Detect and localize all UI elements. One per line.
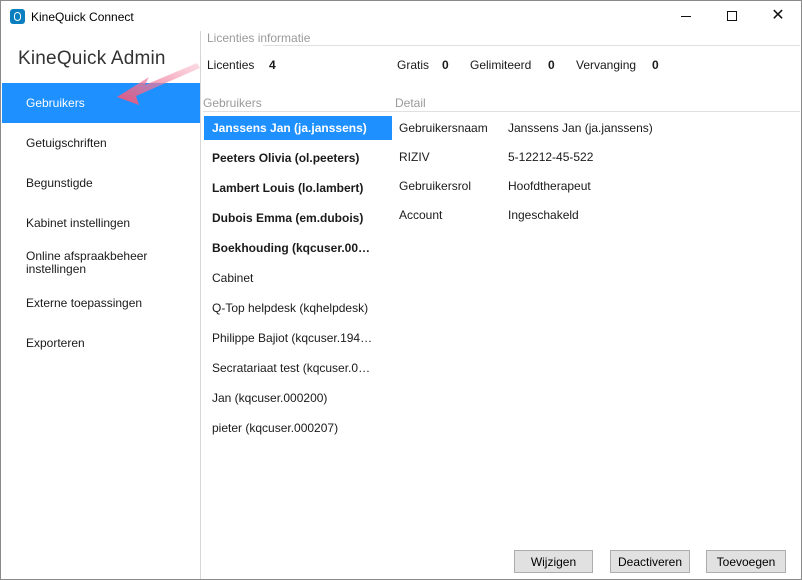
annotation-arrow-icon [117,63,200,105]
detail-section-label: Detail [395,96,426,110]
user-row[interactable]: Jan (kqcuser.000200) [204,386,392,410]
edit-button[interactable]: Wijzigen [514,550,593,573]
detail-username-value: Janssens Jan (ja.janssens) [508,121,653,135]
sidebar-item-kabinet-instellingen[interactable]: Kabinet instellingen [2,203,200,243]
licenses-divider [263,45,800,46]
maximize-icon [727,11,737,21]
sidebar-item-begunstigde[interactable]: Begunstigde [2,163,200,203]
license-free-label: Gratis [397,58,430,72]
app-window: KineQuick Connect ✕ KineQuick Admin Gebr… [0,0,802,580]
sidebar-item-online-afspraakbeheer[interactable]: Online afspraakbeheer instellingen [2,243,162,283]
user-row[interactable]: Q-Top helpdesk (kqhelpdesk) [204,296,392,320]
detail-role-label: Gebruikersrol [399,179,472,193]
sidebar-item-getuigschriften[interactable]: Getuigschriften [2,123,200,163]
user-row[interactable]: pieter (kqcuser.000207) [204,416,392,440]
title-bar[interactable]: KineQuick Connect ✕ [1,1,801,31]
detail-username-label: Gebruikersnaam [399,121,488,135]
users-section-label: Gebruikers [203,96,262,110]
user-row[interactable]: Peeters Olivia (ol.peeters) [204,146,392,170]
user-row[interactable]: Lambert Louis (lo.lambert) [204,176,392,200]
minimize-icon [681,15,691,17]
user-row[interactable]: Cabinet [204,266,392,290]
detail-account-label: Account [399,208,443,222]
user-row[interactable]: Philippe Bajiot (kqcuser.194… [204,326,392,350]
detail-riziv-label: RIZIV [399,150,430,164]
user-row[interactable]: Janssens Jan (ja.janssens) [204,116,392,140]
close-button[interactable]: ✕ [755,1,801,31]
licenses-section-label: Licenties informatie [207,31,311,45]
add-user-button[interactable]: Toevoegen [706,550,786,573]
user-row[interactable]: Dubois Emma (em.dubois) [204,206,392,230]
license-total-label: Licenties [207,58,255,72]
user-row[interactable]: Secratariaat test (kqcuser.0… [204,356,392,380]
detail-role-value: Hoofdtherapeut [508,179,591,193]
license-free-value: 0 [442,58,449,72]
kinequick-app-icon [10,9,25,24]
detail-account-value: Ingeschakeld [508,208,579,222]
detail-riziv-value: 5-12212-45-522 [508,150,594,164]
license-limited-label: Gelimiteerd [470,58,532,72]
deactivate-button[interactable]: Deactiveren [610,550,690,573]
user-row[interactable]: Boekhouding (kqcuser.00… [204,236,392,260]
window-title: KineQuick Connect [31,10,134,24]
license-limited-value: 0 [548,58,555,72]
maximize-button[interactable] [709,1,755,31]
license-total-value: 4 [269,58,276,72]
minimize-button[interactable] [663,1,709,31]
close-icon: ✕ [771,7,785,24]
users-divider [203,111,800,112]
license-replacement-label: Vervanging [576,58,637,72]
sidebar-item-exporteren[interactable]: Exporteren [2,323,200,363]
license-replacement-value: 0 [652,58,659,72]
sidebar-item-externe-toepassingen[interactable]: Externe toepassingen [2,283,200,323]
